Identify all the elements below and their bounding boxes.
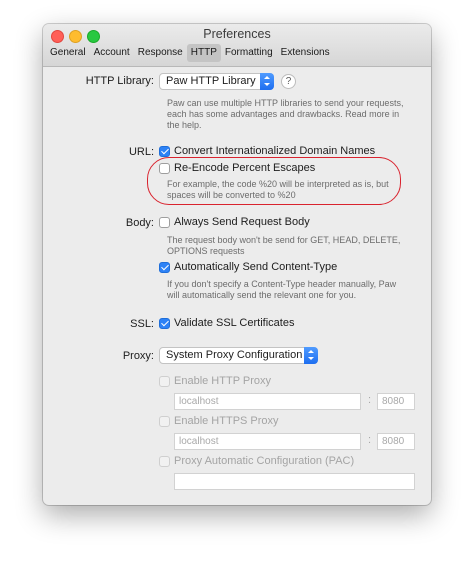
proxy-value: System Proxy Configuration: [166, 349, 303, 361]
chevron-updown-icon: [304, 347, 318, 364]
chevron-updown-icon: [260, 73, 274, 90]
proxy-select[interactable]: System Proxy Configuration: [159, 347, 318, 364]
convert-idn-checkbox[interactable]: [159, 146, 170, 157]
tab-account[interactable]: Account: [90, 44, 134, 62]
tab-http[interactable]: HTTP: [186, 44, 221, 62]
http-library-select[interactable]: Paw HTTP Library: [159, 73, 274, 90]
title-bar: Preferences General Account Response HTT…: [43, 24, 431, 67]
highlight-annotation: [147, 157, 401, 205]
enable-http-proxy-label[interactable]: Enable HTTP Proxy: [174, 375, 271, 387]
tab-general[interactable]: General: [46, 44, 90, 62]
ssl-label: SSL:: [130, 318, 154, 330]
pac-label[interactable]: Proxy Automatic Configuration (PAC): [174, 455, 354, 467]
auto-content-type-checkbox[interactable]: [159, 262, 170, 273]
http-library-description: Paw can use multiple HTTP libraries to s…: [167, 98, 404, 130]
auto-content-type-label[interactable]: Automatically Send Content-Type: [174, 261, 337, 273]
tab-extensions[interactable]: Extensions: [277, 44, 334, 62]
https-proxy-port-field[interactable]: 8080: [377, 433, 415, 450]
proxy-label: Proxy:: [122, 350, 154, 362]
preferences-window: Preferences General Account Response HTT…: [43, 24, 431, 505]
tab-response[interactable]: Response: [134, 44, 187, 62]
tab-formatting[interactable]: Formatting: [221, 44, 277, 62]
http-proxy-host-field[interactable]: localhost: [174, 393, 361, 410]
body-label: Body:: [125, 217, 154, 229]
https-proxy-colon: :: [368, 434, 372, 446]
always-send-body-checkbox[interactable]: [159, 217, 170, 228]
always-send-body-label[interactable]: Always Send Request Body: [174, 216, 310, 228]
help-button[interactable]: ?: [281, 74, 296, 89]
enable-https-proxy-label[interactable]: Enable HTTPS Proxy: [174, 415, 279, 427]
auto-content-type-description: If you don't specify a Content-Type head…: [167, 279, 397, 300]
https-proxy-host-field[interactable]: localhost: [174, 433, 361, 450]
enable-https-proxy-checkbox[interactable]: [159, 416, 170, 427]
enable-http-proxy-checkbox[interactable]: [159, 376, 170, 387]
http-proxy-port-field[interactable]: 8080: [377, 393, 415, 410]
http-library-label: HTTP Library:: [85, 75, 154, 87]
validate-ssl-label[interactable]: Validate SSL Certificates: [174, 317, 294, 329]
pac-url-field[interactable]: [174, 473, 415, 490]
url-label: URL:: [128, 146, 154, 158]
validate-ssl-checkbox[interactable]: [159, 318, 170, 329]
http-library-value: Paw HTTP Library: [166, 75, 256, 87]
convert-idn-label[interactable]: Convert Internationalized Domain Names: [174, 145, 375, 157]
http-proxy-colon: :: [368, 394, 372, 406]
window-title: Preferences: [203, 27, 271, 41]
pac-checkbox[interactable]: [159, 456, 170, 467]
always-send-body-description: The request body won't be send for GET, …: [167, 235, 401, 256]
preferences-tabs: General Account Response HTTP Formatting…: [46, 44, 334, 62]
